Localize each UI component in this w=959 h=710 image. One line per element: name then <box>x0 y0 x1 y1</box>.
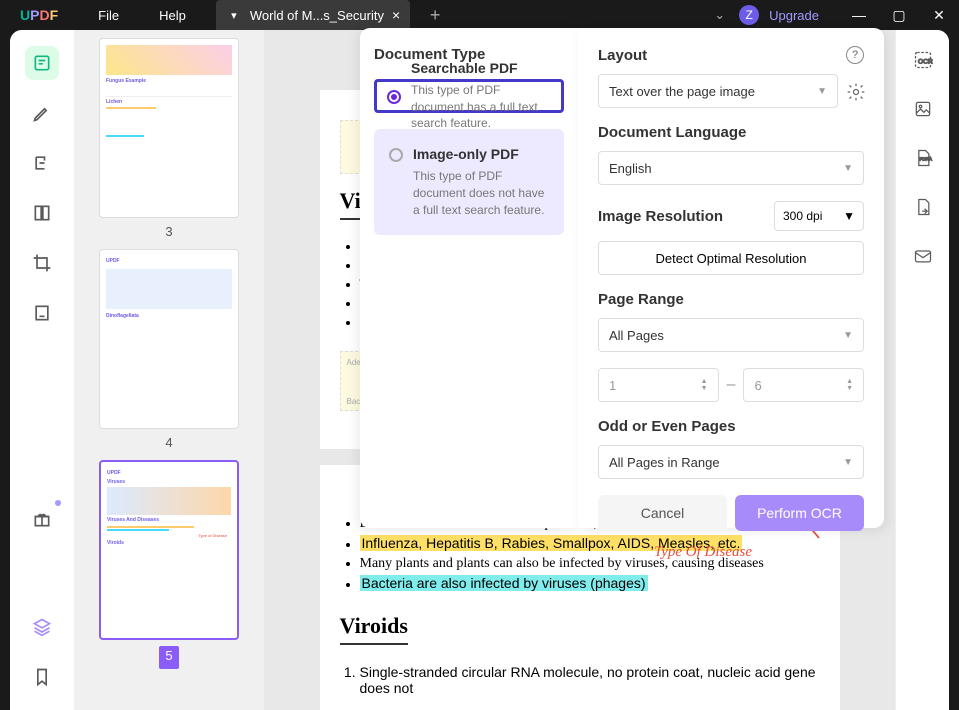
cancel-button[interactable]: Cancel <box>598 495 727 531</box>
bookmark-icon[interactable] <box>25 660 59 694</box>
tab-dropdown-icon[interactable]: ▾ <box>226 9 242 22</box>
minimize-button[interactable]: — <box>839 0 879 30</box>
language-select[interactable]: English▼ <box>598 151 864 185</box>
form-tool-icon[interactable] <box>25 296 59 330</box>
annotate-tool-icon[interactable] <box>25 96 59 130</box>
organize-tool-icon[interactable] <box>25 196 59 230</box>
radio-icon <box>387 90 401 104</box>
thumbnail-page-5[interactable]: UPDF Viruses Viruses And Diseases Type o… <box>99 460 239 640</box>
page-range-select[interactable]: All Pages▼ <box>598 318 864 352</box>
page-range-heading: Page Range <box>598 291 864 308</box>
menu-file[interactable]: File <box>78 8 139 23</box>
thumbnail-page-4[interactable]: UPDF Dinoflagellata <box>99 249 239 429</box>
range-to-input[interactable]: 6▲▼ <box>743 368 864 402</box>
maximize-button[interactable]: ▢ <box>879 0 919 30</box>
option-searchable-pdf[interactable]: Searchable PDF This type of PDF document… <box>374 79 564 113</box>
reader-tool-icon[interactable] <box>25 46 59 80</box>
app-logo: UPDF <box>0 7 78 23</box>
edit-tool-icon[interactable] <box>25 146 59 180</box>
document-tab[interactable]: ▾ World of M...s_Security × <box>216 0 410 30</box>
thumbnail-page-3[interactable]: Fungus Example Lichen <box>99 38 239 218</box>
range-dash: – <box>727 376 736 394</box>
svg-text:PDF/A: PDF/A <box>919 157 931 162</box>
close-window-button[interactable]: ✕ <box>919 0 959 30</box>
close-icon[interactable]: × <box>392 7 400 23</box>
layout-heading: Layout <box>598 47 647 64</box>
avatar[interactable]: Z <box>739 5 759 25</box>
thumbnail-panel: Fungus Example Lichen 3 UPDF Dinoflagell… <box>74 30 264 710</box>
language-heading: Document Language <box>598 124 864 141</box>
tab-title: World of M...s_Security <box>250 8 384 23</box>
pdfa-icon[interactable]: PDF/A <box>913 148 933 173</box>
export-image-icon[interactable] <box>913 99 933 124</box>
layout-select[interactable]: Text over the page image▼ <box>598 74 838 108</box>
help-icon[interactable]: ? <box>846 46 864 64</box>
thumbnail-num-4: 4 <box>90 433 248 456</box>
option-image-only-pdf[interactable]: Image-only PDF This type of PDF document… <box>374 129 564 235</box>
thumbnail-num-3: 3 <box>90 222 248 245</box>
gift-icon[interactable] <box>25 502 59 536</box>
chevron-down-icon[interactable]: ⌄ <box>714 7 725 23</box>
heading-viruses: Vi <box>340 188 361 220</box>
perform-ocr-button[interactable]: Perform OCR <box>735 495 864 531</box>
upgrade-button[interactable]: Upgrade <box>769 8 819 23</box>
resolution-heading: Image Resolution <box>598 208 723 225</box>
crop-tool-icon[interactable] <box>25 246 59 280</box>
range-from-input[interactable]: 1▲▼ <box>598 368 719 402</box>
option-desc: This type of PDF document has a full tex… <box>411 82 551 132</box>
odd-even-select[interactable]: All Pages in Range▼ <box>598 445 864 479</box>
menu-help[interactable]: Help <box>139 8 206 23</box>
thumbnail-num-5: 5 <box>159 646 179 669</box>
option-title: Image-only PDF <box>413 146 549 162</box>
heading-viroids: Viroids <box>340 613 408 645</box>
option-title: Searchable PDF <box>411 60 551 76</box>
file-export-icon[interactable] <box>913 197 933 222</box>
annotation-text: Type Of Disease <box>654 544 752 561</box>
option-desc: This type of PDF document does not have … <box>413 168 549 218</box>
ocr-icon[interactable]: OCR <box>913 50 933 75</box>
gear-icon[interactable] <box>846 82 864 100</box>
resolution-select[interactable]: 300 dpi▼ <box>774 201 864 231</box>
list-item: Single-stranded circular RNA molecule, n… <box>360 664 820 696</box>
layers-icon[interactable] <box>25 610 59 644</box>
odd-even-heading: Odd or Even Pages <box>598 418 864 435</box>
detect-resolution-button[interactable]: Detect Optimal Resolution <box>598 241 864 275</box>
mail-icon[interactable] <box>913 246 933 271</box>
radio-icon <box>389 148 403 162</box>
list-item: Bacteria are also infected by viruses (p… <box>360 575 820 593</box>
new-tab-button[interactable]: + <box>420 5 450 26</box>
svg-text:OCR: OCR <box>918 58 933 65</box>
